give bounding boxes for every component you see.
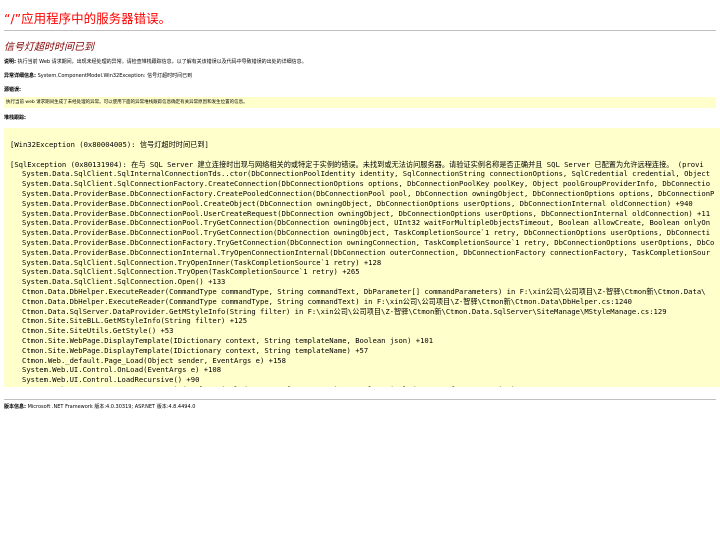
description-line: 说明: 执行当前 Web 请求期间，出现未经处理的异常。请检查堆栈跟踪信息，以了…: [4, 58, 307, 65]
version-info-line: 版本信息: Microsoft .NET Framework 版本:4.0.30…: [4, 403, 195, 410]
source-error-label: 源错误:: [4, 87, 21, 93]
stack-frame: Ctmon.Site.SiteBLL.GetMStyleInfo(String …: [22, 316, 248, 326]
footer-divider: [4, 399, 716, 400]
stack-frame: Ctmon.Web._default.Page_Load(Object send…: [22, 355, 286, 365]
stack-frame: System.Data.ProviderBase.DbConnectionFac…: [22, 237, 715, 247]
exception-details-label: 异常详细信息:: [4, 73, 37, 79]
stack-frame: System.Data.SqlClient.SqlConnection.TryO…: [22, 267, 360, 277]
stack-frame: System.Data.SqlClient.SqlConnectionFacto…: [22, 179, 711, 189]
description-text: 执行当前 Web 请求期间，出现未经处理的异常。请检查堆栈跟踪信息，以了解有关该…: [16, 59, 307, 65]
stack-frame: System.Data.ProviderBase.DbConnectionPoo…: [22, 208, 711, 218]
stack-frame: Ctmon.Data.DbHelper.ExecuteReader(Comman…: [22, 296, 632, 306]
stack-trace-text: [Win32Exception (0x80004005): 信号灯超时时间已到]…: [4, 140, 720, 387]
stack-frame: System.Data.ProviderBase.DbConnectionPoo…: [22, 198, 693, 208]
source-error-text: 执行当前 web 请求期间生成了未经处理的异常。可以使用下面的异常堆栈跟踪信息确…: [6, 100, 248, 105]
stack-trace-box: [Win32Exception (0x80004005): 信号灯超时时间已到]…: [4, 128, 720, 387]
stack-trace-header: [Win32Exception (0x80004005): 信号灯超时时间已到]: [10, 140, 209, 149]
description-label: 说明:: [4, 59, 16, 65]
stack-frame: System.Data.SqlClient.SqlConnection.TryO…: [22, 257, 382, 267]
page-title: “/”应用程序中的服务器错误。: [4, 11, 172, 26]
title-divider: [4, 30, 716, 31]
stack-frame: Ctmon.Site.WebPage.DisplayTemplate(IDict…: [22, 345, 369, 355]
stack-frame: System.Web.UI.Page.ProcessRequestMain(Bo…: [4, 385, 720, 387]
stack-trace-heading: 堆栈跟踪:: [4, 114, 26, 121]
stack-frame: System.Web.UI.Control.LoadRecursive() +9…: [22, 375, 200, 385]
stack-frame: System.Web.UI.Control.OnLoad(EventArgs e…: [22, 365, 222, 375]
source-error-heading: 源错误:: [4, 86, 21, 93]
stack-frame: System.Data.ProviderBase.DbConnectionFac…: [22, 188, 715, 198]
stack-frame: System.Data.ProviderBase.DbConnectionPoo…: [22, 218, 711, 228]
stack-frames: System.Data.SqlClient.SqlInternalConnect…: [4, 169, 720, 387]
stack-trace-label: 堆栈跟踪:: [4, 115, 26, 121]
source-error-box: 执行当前 web 请求期间生成了未经处理的异常。可以使用下面的异常堆栈跟踪信息确…: [4, 97, 716, 108]
version-info-text: Microsoft .NET Framework 版本:4.0.30319; A…: [26, 404, 196, 410]
stack-frame: Ctmon.Site.SiteUtils.GetStyle() +53: [22, 326, 174, 336]
version-info-label: 版本信息:: [4, 404, 26, 410]
exception-details-line: 异常详细信息: System.ComponentModel.Win32Excep…: [4, 72, 192, 79]
stack-frame: Ctmon.Data.SqlServer.DataProvider.GetMSt…: [22, 306, 667, 316]
stack-frame: System.Data.SqlClient.SqlConnection.Open…: [22, 277, 226, 287]
error-subtitle: 信号灯超时时间已到: [4, 42, 94, 53]
stack-frame: Ctmon.Site.WebPage.DisplayTemplate(IDict…: [22, 335, 434, 345]
sql-exception-line: [SqlException (0x80131904): 在与 SQL Serve…: [10, 159, 704, 169]
stack-frame: Ctmon.Data.DbHelper.ExecuteReader(Comman…: [22, 286, 706, 296]
stack-frame: System.Data.SqlClient.SqlInternalConnect…: [22, 169, 711, 179]
exception-details-text: System.ComponentModel.Win32Exception: 信号…: [36, 73, 193, 79]
stack-frame: System.Data.ProviderBase.DbConnectionInt…: [22, 247, 711, 257]
stack-frame: System.Data.ProviderBase.DbConnectionPoo…: [22, 228, 711, 238]
